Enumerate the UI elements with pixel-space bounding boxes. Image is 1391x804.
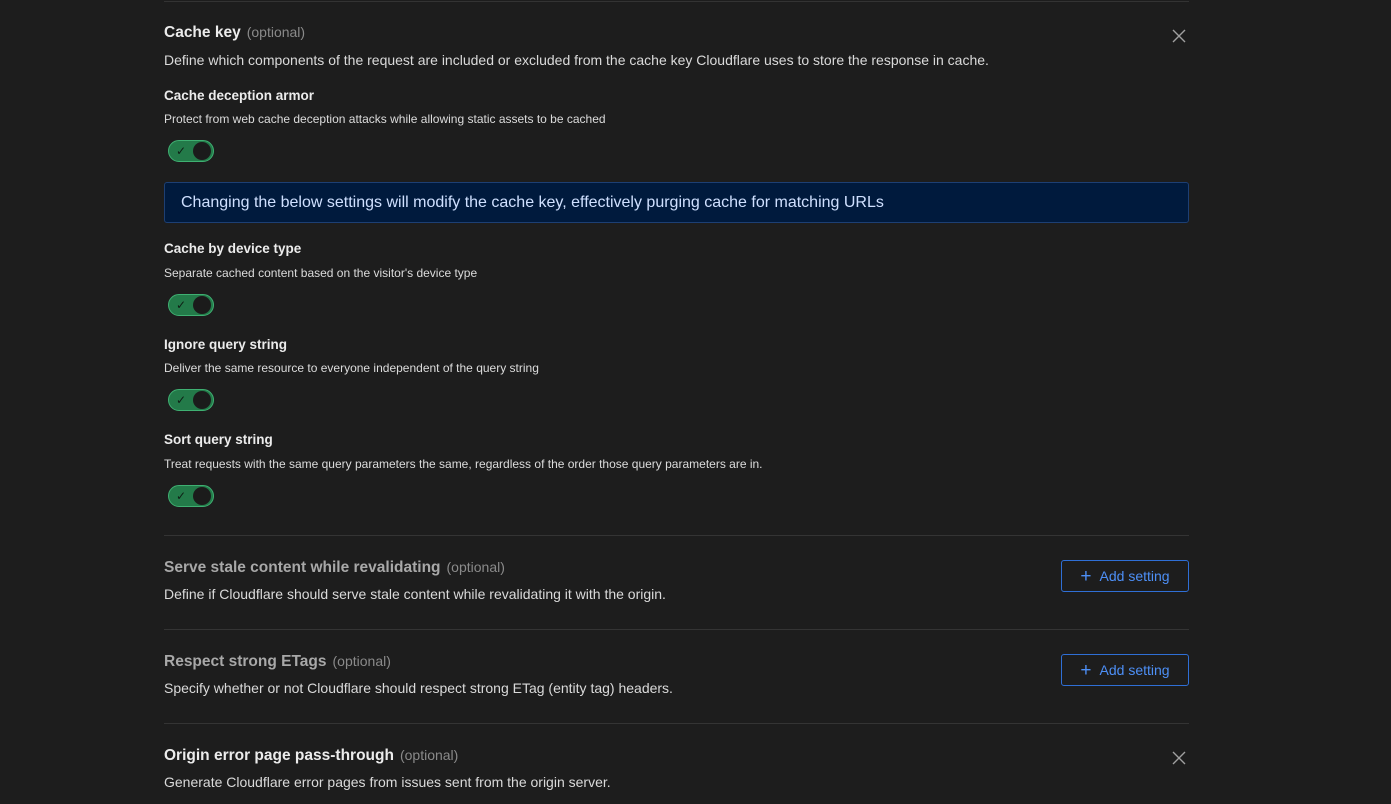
optional-label: (optional) [399,747,459,763]
strong-etags-description: Specify whether or not Cloudflare should… [164,680,673,696]
cache-key-warning-banner: Changing the below settings will modify … [164,182,1189,223]
cache-deception-armor-title: Cache deception armor [164,88,315,103]
check-icon: ✓ [176,489,187,503]
ignore-query-string-title: Ignore query string [164,337,288,352]
top-divider [164,1,1189,2]
cache-by-device-type-toggle[interactable]: ✓ [168,294,214,316]
cache-key-title: Cache key (optional) [164,24,306,41]
optional-label: (optional) [446,559,505,575]
plus-icon: + [1080,659,1092,681]
remove-cache-key-button[interactable] [1169,26,1189,46]
cache-by-device-type-title: Cache by device type [164,241,302,256]
sort-query-string-description: Treat requests with the same query param… [164,457,763,471]
check-icon: ✓ [176,144,187,158]
sort-query-string-title: Sort query string [164,432,273,447]
strong-etags-title: Respect strong ETags (optional) [164,653,391,670]
section-divider [164,535,1189,536]
ignore-query-string-description: Deliver the same resource to everyone in… [164,361,539,375]
close-icon [1172,751,1186,765]
cache-key-description: Define which components of the request a… [164,52,989,68]
remove-origin-error-button[interactable] [1169,748,1189,768]
ignore-query-string-toggle[interactable]: ✓ [168,389,214,411]
sort-query-string-toggle[interactable]: ✓ [168,485,214,507]
origin-error-description: Generate Cloudflare error pages from iss… [164,774,611,790]
serve-stale-title: Serve stale content while revalidating (o… [164,559,505,576]
strong-etags-add-setting-button[interactable]: + Add setting [1061,654,1189,686]
plus-icon: + [1080,565,1092,587]
optional-label: (optional) [332,653,391,669]
section-divider [164,723,1189,724]
check-icon: ✓ [176,298,187,312]
section-divider [164,629,1189,630]
close-icon [1172,29,1186,43]
serve-stale-add-setting-button[interactable]: + Add setting [1061,560,1189,592]
cache-deception-armor-toggle[interactable]: ✓ [168,140,214,162]
origin-error-title: Origin error page pass-through (optional) [164,747,459,764]
serve-stale-description: Define if Cloudflare should serve stale … [164,586,666,602]
optional-label: (optional) [246,24,306,40]
cache-deception-armor-description: Protect from web cache deception attacks… [164,112,606,126]
cache-by-device-type-description: Separate cached content based on the vis… [164,266,478,280]
check-icon: ✓ [176,393,187,407]
